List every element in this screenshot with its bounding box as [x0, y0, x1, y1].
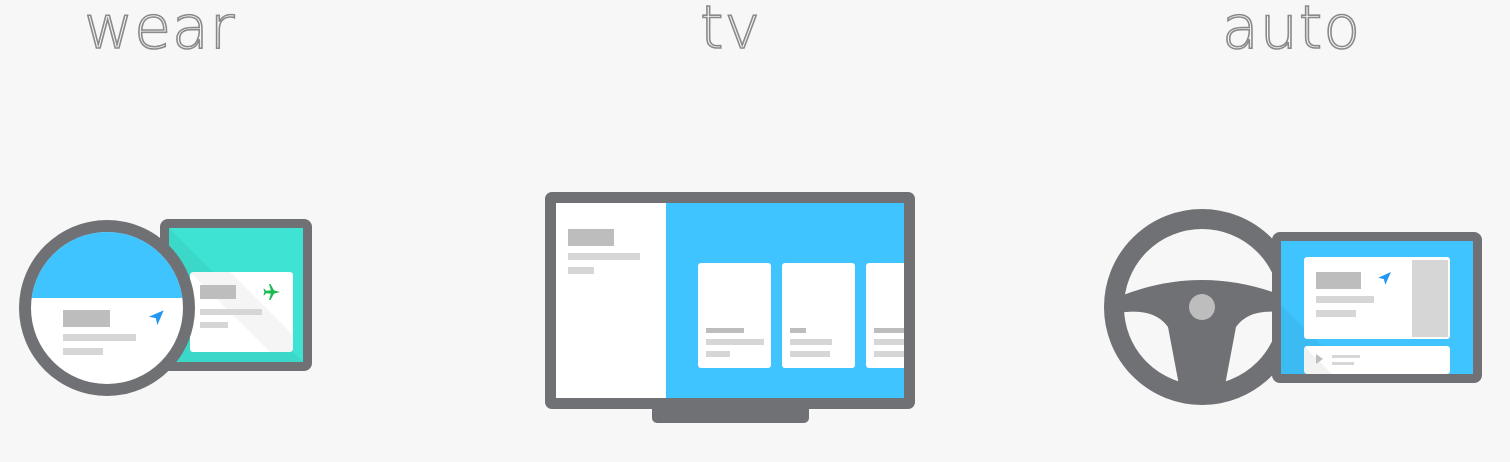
- tv-card: [782, 263, 855, 368]
- steering-wheel-icon: [1104, 209, 1300, 405]
- tv-title: tv: [699, 0, 762, 63]
- wear-illustration: [19, 219, 312, 396]
- auto-title: auto: [1221, 0, 1362, 63]
- tv-card: [866, 263, 904, 368]
- car-display: [1272, 232, 1482, 383]
- auto-illustration: [1104, 209, 1482, 405]
- tv-card: [698, 263, 771, 368]
- tv-illustration: [545, 192, 915, 423]
